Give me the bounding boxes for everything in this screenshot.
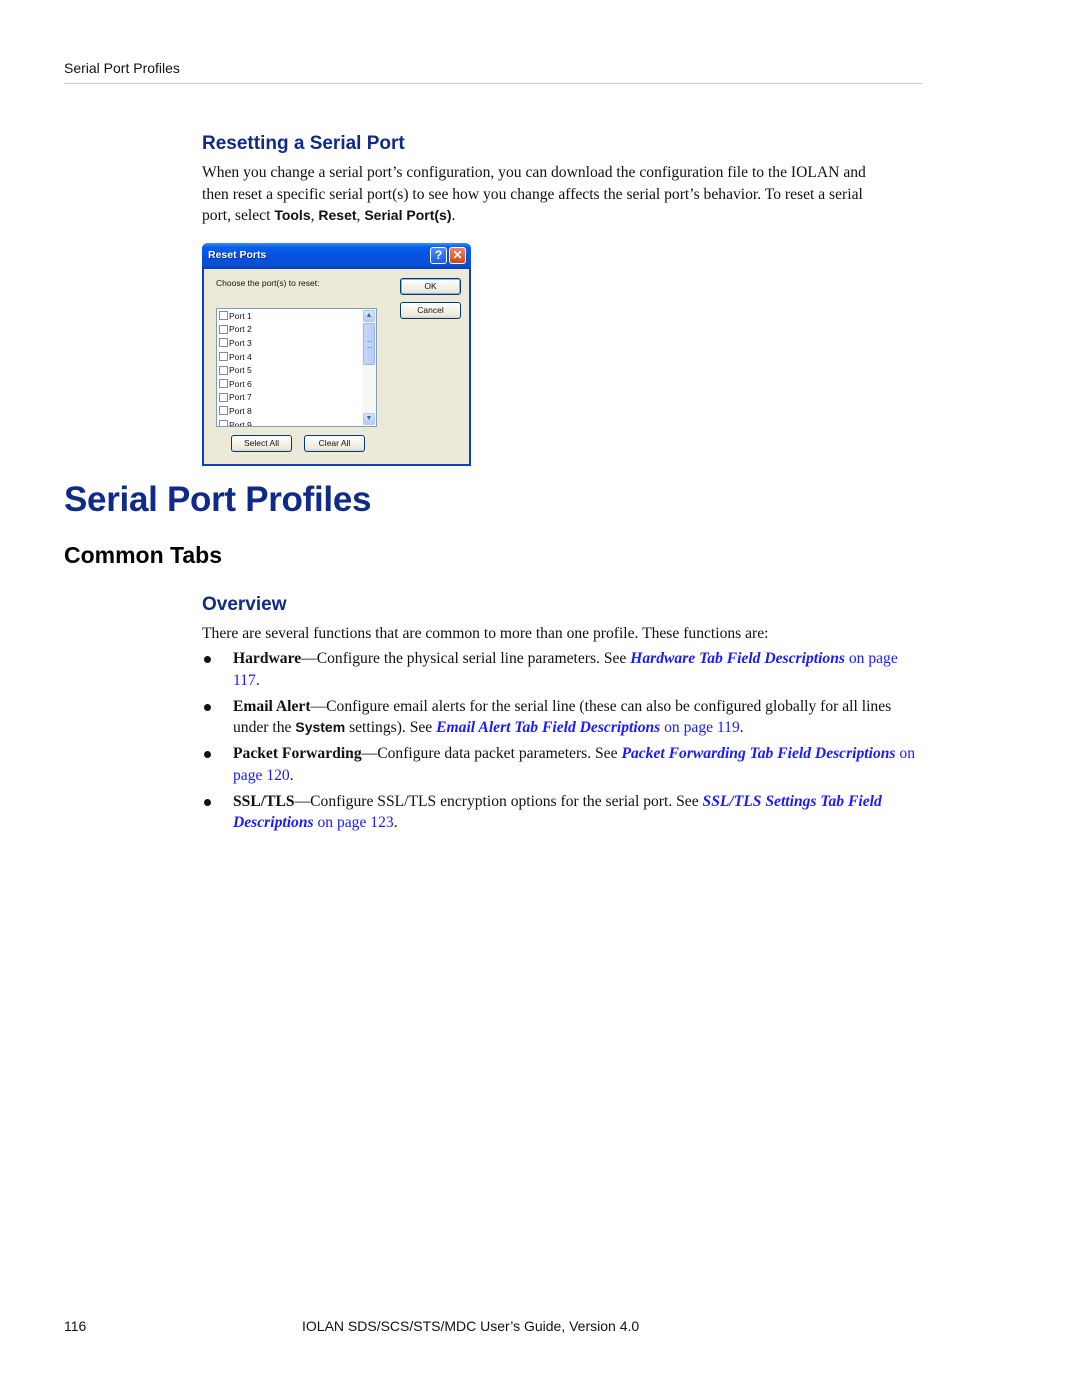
period: . — [393, 814, 398, 831]
dialog-titlebar: Reset Ports ? ✕ — [202, 243, 471, 269]
port-item[interactable]: Port 2 — [217, 323, 376, 337]
close-icon[interactable]: ✕ — [449, 247, 466, 264]
port-label: Port 3 — [229, 337, 252, 348]
port-item[interactable]: Port 7 — [217, 391, 376, 405]
resetting-heading: Resetting a Serial Port — [202, 133, 405, 154]
list-scrollbar[interactable]: ▲ ▼ — [362, 309, 376, 426]
term: SSL/TLS — [233, 792, 295, 810]
port-label: Port 4 — [229, 351, 252, 362]
checkbox[interactable] — [219, 324, 228, 334]
term: Hardware — [233, 650, 302, 667]
list-item-email-alert: Email Alert—Configure email alerts for t… — [202, 696, 927, 739]
checkbox[interactable] — [219, 311, 228, 321]
list-item-hardware: Hardware—Configure the physical serial l… — [202, 648, 927, 691]
port-item[interactable]: Port 3 — [217, 336, 376, 350]
list-item-ssl-tls: SSL/TLS—Configure SSL/TLS encryption opt… — [202, 791, 927, 834]
bullet-icon — [204, 656, 211, 663]
port-item[interactable]: Port 1 — [217, 309, 376, 323]
port-label: Port 6 — [229, 378, 252, 389]
bullet-icon — [204, 751, 211, 758]
email-alert-link[interactable]: Email Alert Tab Field Descriptions — [436, 719, 660, 736]
list-item-packet-forwarding: Packet Forwarding—Configure data packet … — [202, 743, 927, 786]
port-item[interactable]: Port 8 — [217, 404, 376, 418]
clear-all-button[interactable]: Clear All — [304, 435, 365, 452]
checkbox[interactable] — [219, 365, 228, 375]
dialog-prompt: Choose the port(s) to reset: — [216, 278, 320, 288]
overview-intro: There are several functions that are com… — [202, 625, 769, 642]
section-title: Serial Port Profiles — [64, 480, 372, 519]
page-link[interactable]: on page 123 — [314, 814, 393, 831]
select-all-button[interactable]: Select All — [231, 435, 292, 452]
cancel-button[interactable]: Cancel — [400, 302, 461, 319]
checkbox[interactable] — [219, 392, 228, 402]
guide-title: IOLAN SDS/SCS/STS/MDC User’s Guide, Vers… — [302, 1318, 640, 1334]
page-number: 116 — [64, 1318, 87, 1334]
term: Email Alert — [233, 697, 311, 715]
section-subtitle: Common Tabs — [64, 542, 223, 568]
checkbox[interactable] — [219, 379, 228, 389]
menu-tools: Tools — [274, 207, 311, 223]
checkbox[interactable] — [219, 352, 228, 362]
resetting-paragraph: When you change a serial port’s configur… — [202, 162, 892, 227]
term: Packet Forwarding — [233, 745, 362, 762]
bullet-icon — [204, 703, 211, 711]
port-item[interactable]: Port 6 — [217, 377, 376, 391]
item-text: —Configure data packet parameters. See — [361, 745, 622, 762]
checkbox[interactable] — [219, 406, 228, 416]
menu-reset: Reset — [318, 207, 357, 223]
menu-serial-ports: Serial Port(s) — [364, 207, 452, 223]
port-label: Port 9 — [229, 419, 252, 427]
checkbox[interactable] — [219, 420, 228, 426]
port-label: Port 7 — [229, 392, 252, 403]
running-header: Serial Port Profiles — [64, 60, 180, 76]
port-label: Port 5 — [229, 365, 252, 376]
bullet-icon — [204, 798, 211, 806]
period: . — [255, 671, 260, 689]
grip-icon — [367, 341, 371, 348]
system-term: System — [295, 719, 346, 735]
item-text: settings). See — [345, 719, 437, 736]
dialog-title: Reset Ports — [208, 249, 267, 261]
checkbox[interactable] — [219, 338, 228, 348]
period: . — [451, 207, 456, 224]
help-icon[interactable]: ? — [430, 247, 447, 264]
port-item[interactable]: Port 9 — [217, 418, 376, 427]
port-label: Port 8 — [229, 405, 252, 416]
overview-heading: Overview — [202, 594, 287, 615]
header-divider — [64, 83, 922, 84]
item-text: —Configure the physical serial line para… — [301, 650, 631, 667]
port-label: Port 2 — [229, 324, 252, 335]
port-item[interactable]: Port 4 — [217, 350, 376, 364]
functions-list: Hardware—Configure the physical serial l… — [202, 648, 927, 838]
scroll-up-icon[interactable]: ▲ — [363, 310, 375, 322]
page-link[interactable]: on page 119 — [660, 719, 740, 736]
ok-button[interactable]: OK — [400, 278, 461, 295]
period: . — [289, 766, 294, 784]
scroll-down-icon[interactable]: ▼ — [363, 413, 375, 425]
packet-forwarding-link[interactable]: Packet Forwarding Tab Field Descriptions — [621, 745, 895, 762]
hardware-link[interactable]: Hardware Tab Field Descriptions — [630, 650, 845, 667]
port-label: Port 1 — [229, 310, 252, 321]
period: . — [739, 719, 744, 736]
ports-listbox[interactable]: Port 1 Port 2 Port 3 Port 4 Port 5 Port … — [216, 308, 377, 427]
scroll-thumb[interactable] — [363, 323, 375, 365]
port-item[interactable]: Port 5 — [217, 363, 376, 377]
item-text: —Configure SSL/TLS encryption options fo… — [294, 792, 703, 810]
reset-ports-dialog: Reset Ports ? ✕ Choose the port(s) to re… — [202, 243, 471, 466]
